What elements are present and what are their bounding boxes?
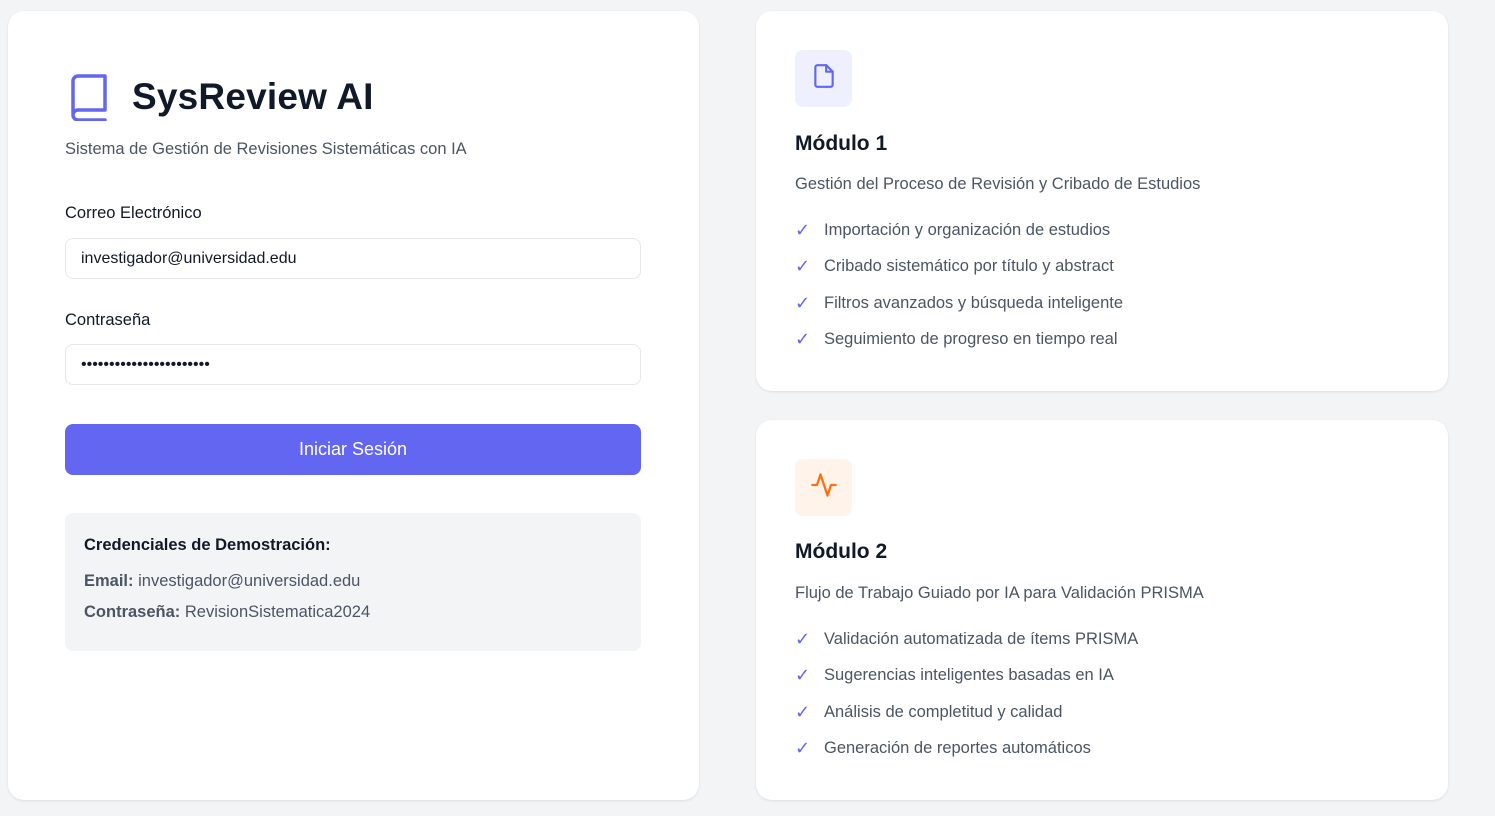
check-icon: ✓ (795, 220, 811, 240)
book-icon (65, 73, 113, 121)
brand-title: SysReview AI (132, 76, 374, 117)
module-2-feature: ✓ Validación automatizada de ítems PRISMA (795, 629, 1138, 650)
module-card-2: Módulo 2 Flujo de Trabajo Guiado por IA … (756, 420, 1448, 800)
demo-password-key: Contraseña: (84, 603, 181, 621)
check-icon: ✓ (795, 738, 811, 758)
feature-text: Importación y organización de estudios (824, 221, 1111, 239)
email-label: Correo Electrónico (65, 204, 202, 222)
module-1-feature: ✓ Seguimiento de progreso en tiempo real (795, 329, 1118, 350)
demo-email-key: Email: (84, 572, 134, 590)
module-2-icon-box (795, 459, 852, 516)
password-field[interactable] (65, 344, 641, 385)
demo-password: Contraseña: RevisionSistematica2024 (84, 603, 370, 622)
module-2-feature: ✓ Análisis de completitud y calidad (795, 702, 1062, 723)
email-field[interactable] (65, 238, 641, 279)
module-1-feature: ✓ Importación y organización de estudios (795, 220, 1110, 241)
check-icon: ✓ (795, 702, 811, 722)
module-1-feature: ✓ Filtros avanzados y búsqueda inteligent… (795, 293, 1123, 314)
module-2-title: Módulo 2 (795, 540, 888, 563)
module-1-title: Módulo 1 (795, 132, 888, 155)
login-subtitle: Sistema de Gestión de Revisiones Sistemá… (65, 140, 467, 158)
feature-text: Análisis de completitud y calidad (824, 703, 1063, 721)
activity-icon (810, 471, 838, 504)
login-button[interactable]: Iniciar Sesión (65, 424, 641, 475)
module-1-icon-box (795, 50, 852, 107)
module-2-feature: ✓ Generación de reportes automáticos (795, 738, 1091, 759)
check-icon: ✓ (795, 665, 811, 685)
check-icon: ✓ (795, 293, 811, 313)
module-1-feature: ✓ Cribado sistemático por título y abstra… (795, 256, 1114, 277)
feature-text: Generación de reportes automáticos (824, 739, 1091, 757)
demo-credentials: Credenciales de Demostración: Email: inv… (65, 513, 641, 651)
feature-text: Cribado sistemático por título y abstrac… (824, 257, 1114, 275)
module-card-1: Módulo 1 Gestión del Proceso de Revisión… (756, 11, 1448, 391)
demo-title: Credenciales de Demostración: (84, 536, 331, 554)
password-label: Contraseña (65, 311, 151, 329)
module-2-feature: ✓ Sugerencias inteligentes basadas en IA (795, 665, 1114, 686)
check-icon: ✓ (795, 329, 811, 349)
feature-text: Validación automatizada de ítems PRISMA (824, 630, 1139, 648)
demo-email-value: investigador@universidad.edu (138, 572, 361, 590)
login-card: SysReview AI Sistema de Gestión de Revis… (8, 11, 699, 800)
check-icon: ✓ (795, 256, 811, 276)
document-icon (811, 63, 837, 94)
module-1-description: Gestión del Proceso de Revisión y Cribad… (795, 175, 1201, 193)
check-icon: ✓ (795, 629, 811, 649)
module-2-description: Flujo de Trabajo Guiado por IA para Vali… (795, 584, 1204, 602)
feature-text: Seguimiento de progreso en tiempo real (824, 330, 1118, 348)
demo-email: Email: investigador@universidad.edu (84, 572, 360, 591)
demo-password-value: RevisionSistematica2024 (184, 603, 371, 621)
feature-text: Sugerencias inteligentes basadas en IA (824, 666, 1114, 684)
brand: SysReview AI (65, 73, 374, 121)
feature-text: Filtros avanzados y búsqueda inteligente (824, 294, 1124, 312)
